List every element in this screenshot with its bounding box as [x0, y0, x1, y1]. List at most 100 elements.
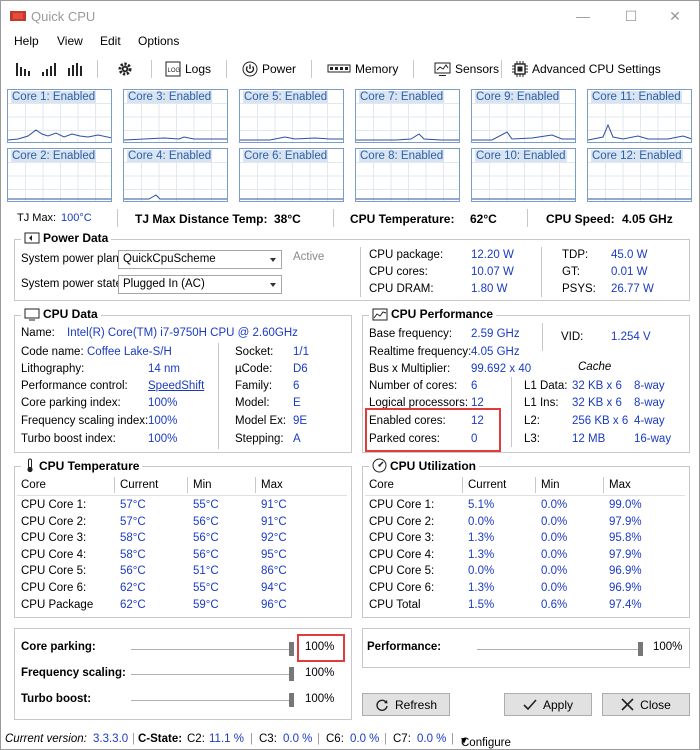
- close-window-button[interactable]: ✕: [653, 3, 697, 29]
- temperature-table-cell: 62°C: [120, 598, 146, 611]
- utilization-table-cell: 0.0%: [541, 515, 568, 528]
- temperature-table-cell: CPU Core 5:: [21, 565, 87, 578]
- minimize-button[interactable]: —: [561, 3, 605, 29]
- core-graph-label: Core 5: Enabled: [243, 91, 329, 103]
- thermometer-icon: [27, 458, 33, 473]
- frequency-scaling-slider-thumb[interactable]: [289, 667, 294, 681]
- tjmax-label: TJ Max:: [17, 212, 57, 224]
- psys-label: PSYS:: [562, 283, 596, 295]
- cpu-dram-power-value: 1.80 W: [471, 283, 508, 295]
- utilization-table-cell: 97.9%: [609, 548, 642, 561]
- l3-label: L3:: [524, 433, 540, 445]
- chevron-down-icon: [270, 258, 276, 262]
- tdp-label: TDP:: [562, 249, 589, 261]
- lithography-label: Lithography:: [21, 363, 85, 375]
- close-icon: [621, 698, 634, 711]
- core-parking-slider-thumb[interactable]: [289, 642, 294, 656]
- core-graph-label: Core 7: Enabled: [359, 91, 445, 103]
- temperature-table-cell: 62°C: [120, 582, 146, 594]
- perf-control-link[interactable]: SpeedShift: [148, 380, 204, 392]
- utilization-table-cell: 96.9%: [609, 582, 642, 594]
- realtime-freq-value: 4.05 GHz: [471, 346, 520, 358]
- l2-size: 256 KB x 6: [572, 415, 629, 427]
- tjdist-value: 38°C: [274, 212, 301, 226]
- core-graph-label: Core 4: Enabled: [127, 150, 213, 162]
- c6-label: C6:: [326, 733, 344, 745]
- core-graph-tile: Core 11: Enabled: [587, 89, 692, 143]
- gt-value: 0.01 W: [611, 266, 648, 278]
- menu-view[interactable]: View: [57, 34, 83, 48]
- temperature-table-cell: 96°C: [261, 598, 287, 611]
- temperature-table-cell: 57°C: [120, 515, 146, 528]
- graph-view-2-button[interactable]: [41, 58, 59, 80]
- menu-help[interactable]: Help: [14, 34, 39, 48]
- temperature-table-cell: 59°C: [193, 598, 219, 611]
- temperature-table-cell: CPU Core 3:: [21, 532, 87, 545]
- configure-menu[interactable]: Configure ▾: [461, 733, 511, 749]
- menu-edit[interactable]: Edit: [100, 34, 121, 48]
- menu-options[interactable]: Options: [138, 34, 179, 48]
- memory-icon: [327, 64, 351, 73]
- core-graph-label: Core 11: Enabled: [591, 91, 682, 103]
- frequency-scaling-slider[interactable]: [131, 667, 294, 681]
- core-parking-slider[interactable]: [131, 642, 294, 656]
- refresh-button[interactable]: Refresh: [362, 693, 450, 716]
- maximize-button[interactable]: ☐: [609, 3, 653, 29]
- cpu-package-power-value: 12.20 W: [471, 249, 514, 261]
- close-button[interactable]: Close: [602, 693, 690, 716]
- core-graph-label: Core 10: Enabled: [475, 150, 567, 162]
- graph-view-1-button[interactable]: [15, 58, 33, 80]
- base-freq-value: 2.59 GHz: [471, 328, 520, 340]
- turbo-boost-slider-thumb[interactable]: [289, 693, 294, 707]
- tjmax-value: 100°C: [61, 212, 92, 224]
- performance-slider-thumb[interactable]: [638, 642, 643, 656]
- performance-slider[interactable]: [477, 642, 643, 656]
- stepping-label: Stepping:: [235, 433, 284, 445]
- status-bar: Current version: 3.3.3.0 | C-State: C2: …: [5, 733, 511, 749]
- utilization-table-cell: 0.0%: [468, 515, 495, 528]
- power-button[interactable]: Power: [242, 58, 296, 80]
- temperature-table-cell: 55°C: [193, 582, 219, 594]
- temperature-table-header: Max: [261, 479, 283, 491]
- turbo-boost-slider[interactable]: [131, 693, 294, 707]
- highlight-box: [297, 634, 345, 662]
- utilization-table-cell: CPU Core 3:: [369, 532, 435, 545]
- core-graph-label: Core 1: Enabled: [11, 91, 97, 103]
- utilization-table-header: Max: [609, 479, 631, 491]
- app-chip-icon: [10, 11, 26, 21]
- core-graph-tile: Core 4: Enabled: [123, 148, 228, 202]
- temperature-table-cell: CPU Core 6:: [21, 582, 87, 594]
- core-graph-label: Core 3: Enabled: [127, 91, 213, 103]
- advanced-cpu-settings-button[interactable]: Advanced CPU Settings: [512, 58, 661, 80]
- l1-data-size: 32 KB x 6: [572, 380, 622, 392]
- logs-label: Logs: [185, 62, 212, 76]
- logs-button[interactable]: LOG Logs: [165, 58, 211, 80]
- turbo-boost-label: Turbo boost:: [21, 693, 92, 705]
- performance-value: 100%: [653, 641, 683, 653]
- l1-data-label: L1 Data:: [524, 380, 568, 392]
- temperature-table-cell: 86°C: [261, 565, 287, 578]
- memory-button[interactable]: Memory: [327, 58, 398, 80]
- temperature-table-cell: 56°C: [120, 565, 146, 578]
- core-graph-label: Core 9: Enabled: [475, 91, 561, 103]
- core-parking-label: Core parking:: [21, 641, 96, 653]
- utilization-table-cell: 0.6%: [541, 598, 568, 611]
- parking-index-value: 100%: [148, 397, 178, 409]
- num-cores-label: Number of cores:: [369, 380, 458, 392]
- cputemp-label: CPU Temperature:: [350, 212, 455, 226]
- utilization-table-cell: 0.0%: [468, 565, 495, 578]
- utilization-table-cell: 97.9%: [609, 515, 642, 528]
- vid-label: VID:: [561, 331, 584, 343]
- cpu-package-power-label: CPU package:: [369, 249, 444, 261]
- utilization-table-cell: 0.0%: [541, 582, 568, 594]
- cpu-performance-title: CPU Performance: [369, 307, 497, 321]
- sensors-button[interactable]: Sensors: [434, 58, 499, 80]
- cpu-dram-power-label: CPU DRAM:: [369, 283, 434, 295]
- utilization-table-cell: CPU Core 4:: [369, 548, 435, 561]
- settings-button[interactable]: [117, 58, 133, 80]
- graph-view-3-button[interactable]: [67, 58, 85, 80]
- apply-button[interactable]: Apply: [504, 693, 592, 716]
- power-plan-select[interactable]: QuickCpuScheme: [118, 250, 282, 269]
- chevron-down-icon: [270, 283, 276, 287]
- power-state-select[interactable]: Plugged In (AC): [118, 275, 282, 294]
